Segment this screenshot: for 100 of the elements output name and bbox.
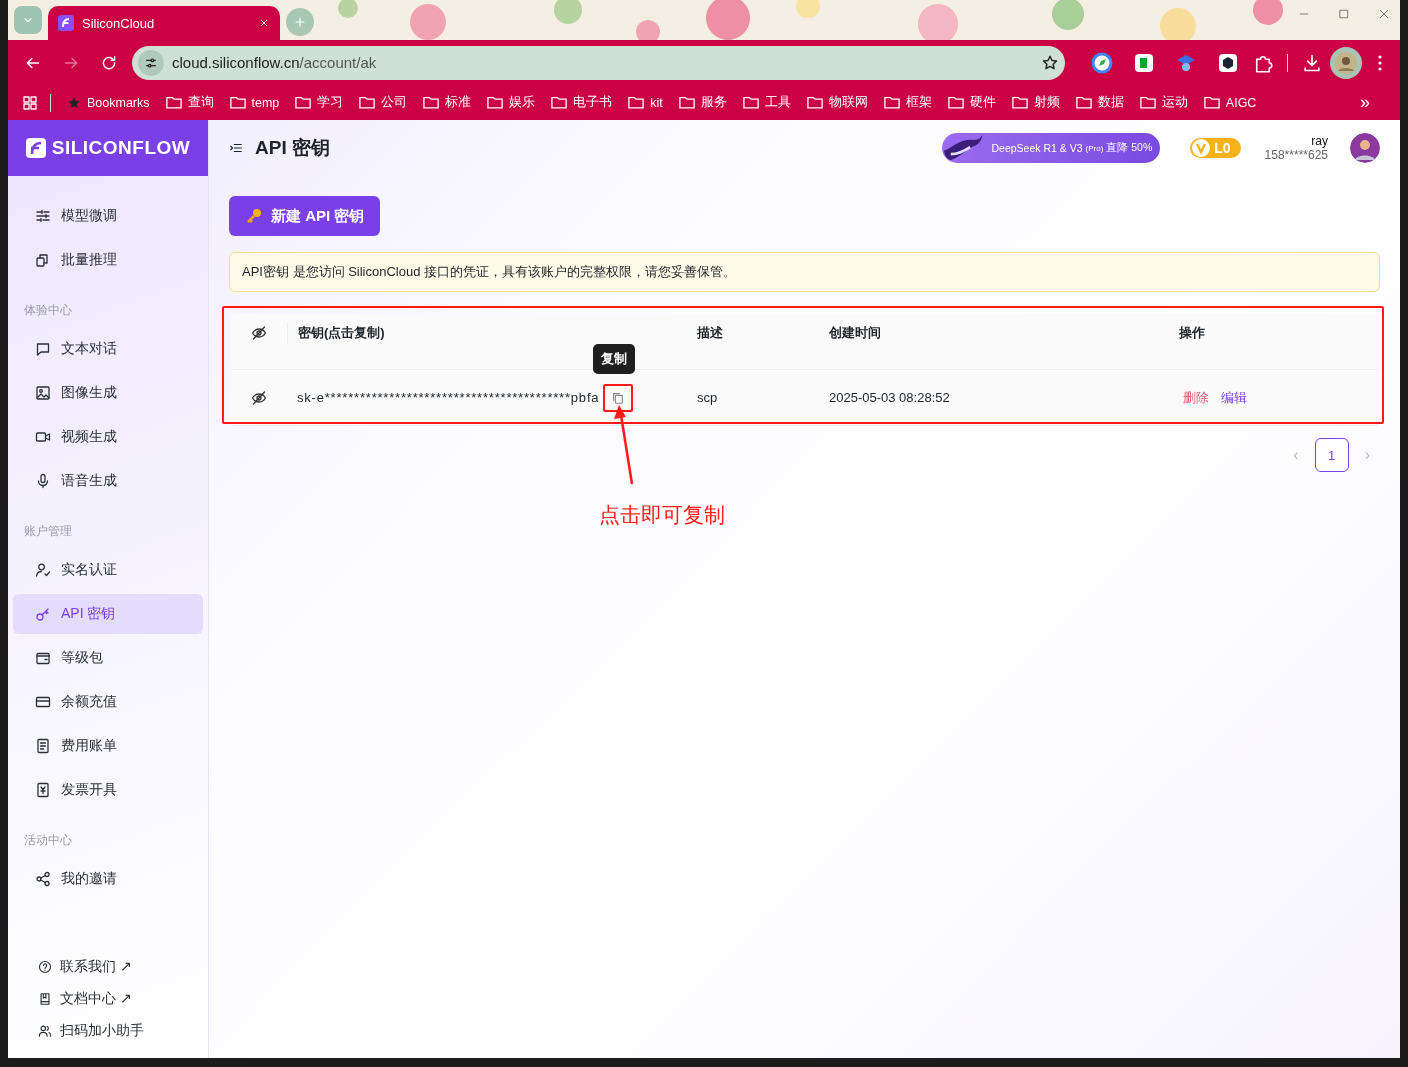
user-phone: 158*****625 (1264, 148, 1328, 162)
star-icon (67, 95, 81, 110)
bookmark-folder[interactable]: 框架 (875, 94, 940, 111)
sidebar-item[interactable]: 等级包 (13, 638, 203, 678)
bookmark-folder[interactable]: 工具 (734, 94, 799, 111)
sidebar-item[interactable]: 模型微调 (13, 196, 203, 236)
bill-icon (35, 738, 51, 754)
sliders-icon (35, 208, 51, 224)
bookmark-folder[interactable]: kit (620, 95, 671, 110)
sidebar-item[interactable]: 批量推理 (13, 240, 203, 280)
sidebar-item[interactable]: 我的邀请 (13, 859, 203, 899)
hidden-eye-icon (251, 389, 267, 406)
siliconflow-logo[interactable]: SILICONFLOW (8, 120, 208, 176)
address-bar[interactable]: cloud.siliconflow.cn/account/ak (132, 45, 1065, 80)
action-link[interactable]: 编辑 (1221, 388, 1247, 407)
key-icon (245, 207, 263, 225)
sidebar-link[interactable]: 文档中心 ↗ (38, 990, 208, 1008)
bookmark-folder[interactable]: 服务 (670, 94, 735, 111)
download-icon (1302, 52, 1322, 73)
video-camera-icon (35, 429, 51, 445)
folder-icon (742, 96, 759, 109)
api-key-text[interactable]: sk-e******************************************pbfa (297, 390, 600, 405)
page-button[interactable]: 1 (1314, 438, 1349, 472)
bookmark-folder[interactable]: 查询 (157, 94, 222, 111)
bookmark-folder[interactable]: 娱乐 (479, 94, 544, 111)
bookmark-folder[interactable]: 标准 (415, 94, 480, 111)
star-icon (1041, 53, 1059, 72)
sidebar-link[interactable]: 扫码加小助手 (38, 1022, 208, 1040)
column-header: 操作 (1178, 324, 1206, 343)
folder-icon (678, 96, 695, 109)
table-cell-text: scp (696, 390, 719, 405)
bookmark-folder[interactable]: 硬件 (939, 94, 1004, 111)
share-icon (35, 871, 51, 887)
sidebar-item[interactable]: 文本对话 (13, 329, 203, 369)
bookmarks-link[interactable]: Bookmarks (59, 95, 158, 110)
promo-banner[interactable]: DeepSeek R1 & V3 (Pro) 直降 50% (942, 133, 1161, 163)
column-header: 描述 (696, 324, 724, 343)
section-heading: 账户管理 (23, 523, 73, 540)
plus-icon (293, 15, 307, 29)
copy-icon (611, 390, 626, 405)
apps-grid-icon (22, 94, 38, 111)
column-header: 创建时间 (828, 324, 882, 343)
section-heading: 活动中心 (23, 832, 73, 849)
bookmark-folder[interactable]: 运动 (1131, 94, 1196, 111)
maximize-icon (1338, 8, 1350, 20)
sidebar-item[interactable]: 发票开具 (13, 770, 203, 810)
folder-icon (295, 96, 312, 109)
folder-icon (1075, 96, 1092, 109)
hidden-eye-icon (251, 325, 267, 342)
bookmark-folder[interactable]: 射频 (1003, 94, 1068, 111)
bookmark-folder[interactable]: 数据 (1067, 94, 1132, 111)
folder-icon (487, 96, 504, 109)
person-check-icon (35, 562, 51, 578)
bookmark-folder[interactable]: 电子书 (543, 94, 621, 111)
sidebar-item[interactable]: 图像生成 (13, 373, 203, 413)
browser-tab[interactable]: SiliconCloud (48, 6, 280, 40)
bookmark-folder[interactable]: AIGC (1195, 95, 1265, 110)
sidebar-item[interactable]: 实名认证 (13, 550, 203, 590)
sidebar-link[interactable]: 联系我们 ↗ (38, 958, 208, 976)
sidebar-item[interactable]: 视频生成 (13, 417, 203, 457)
more-icon[interactable] (1378, 54, 1382, 71)
more-bookmarks-button[interactable]: » (1360, 92, 1386, 113)
folder-icon (1203, 96, 1220, 109)
app-logo-icon (58, 15, 74, 31)
folder-icon (1139, 96, 1156, 109)
invoice-icon (35, 782, 51, 798)
microphone-icon (35, 473, 51, 489)
image-icon (35, 385, 51, 401)
new-api-key-button[interactable]: 新建 API 密钥 (229, 196, 381, 236)
folder-icon (165, 96, 182, 109)
wallet-icon (35, 650, 51, 666)
folder-icon (229, 96, 246, 109)
collapse-menu-icon (229, 141, 243, 155)
folder-icon (551, 96, 568, 109)
book-icon (38, 992, 52, 1006)
v-coin-icon (1192, 139, 1211, 157)
action-link[interactable]: 删除 (1183, 388, 1209, 407)
tooltip: 复制 (593, 343, 636, 374)
sidebar-item[interactable]: API 密钥 (13, 594, 203, 634)
sidebar-item[interactable]: 费用账单 (13, 726, 203, 766)
table-cell-text: 2025-05-03 08:28:52 (828, 390, 951, 405)
bookmark-folder[interactable]: 物联网 (798, 94, 876, 111)
profile-avatar[interactable] (1330, 46, 1362, 79)
section-heading: 体验中心 (23, 302, 73, 319)
close-icon (1378, 8, 1390, 20)
annotation-text: 点击即可复制 (599, 502, 725, 528)
user-name: ray (1311, 134, 1328, 148)
user-avatar[interactable] (1350, 133, 1380, 163)
bookmark-folder[interactable]: 公司 (351, 94, 416, 111)
folder-icon (1011, 96, 1028, 109)
help-icon (38, 960, 52, 974)
note-icon[interactable] (1133, 51, 1155, 74)
folder-icon (947, 96, 964, 109)
bookmark-folder[interactable]: temp (221, 95, 288, 110)
folder-icon (628, 96, 645, 109)
compass-icon[interactable] (1091, 51, 1113, 74)
people-icon (38, 1024, 52, 1038)
sidebar-item[interactable]: 余额充值 (13, 682, 203, 722)
sidebar-item[interactable]: 语音生成 (13, 461, 203, 501)
bookmark-folder[interactable]: 学习 (287, 94, 352, 111)
